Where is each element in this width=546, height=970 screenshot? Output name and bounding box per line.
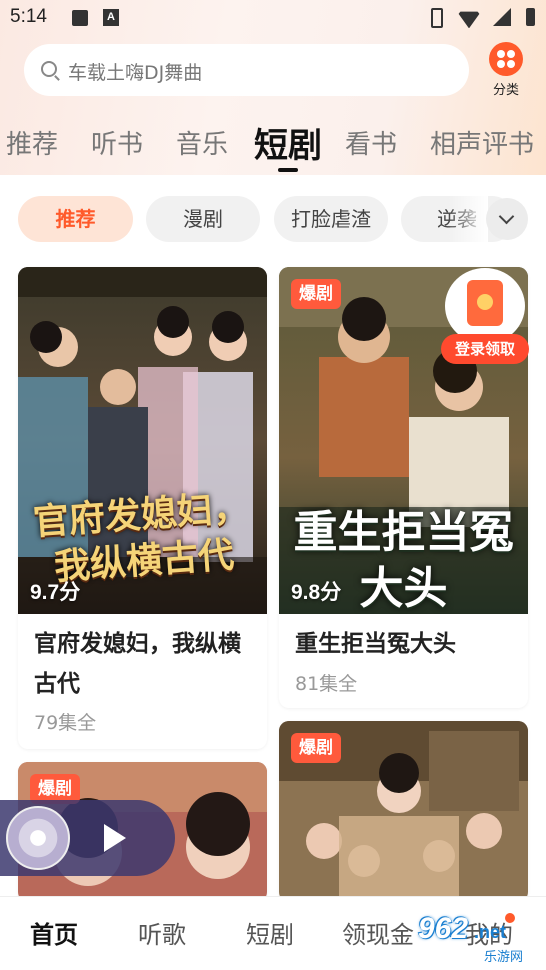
tab-crosstalk[interactable]: 相声评书 [430, 124, 534, 161]
status-bar: 5:14 A [0, 0, 546, 36]
promo-label: 登录领取 [441, 334, 529, 364]
nav-home[interactable]: 首页 [30, 915, 78, 950]
chip-recommend[interactable]: 推荐 [18, 196, 133, 242]
tab-audiobook[interactable]: 听书 [91, 124, 143, 161]
tab-music[interactable]: 音乐 [176, 124, 228, 161]
hot-badge: 爆剧 [291, 733, 341, 763]
album-disc-icon [6, 806, 70, 870]
tab-recommend[interactable]: 推荐 [6, 124, 58, 161]
tab-indicator [278, 168, 298, 172]
vibrate-icon [424, 6, 446, 28]
search-icon [41, 61, 57, 77]
tab-short-drama[interactable]: 短剧 [254, 118, 322, 167]
play-icon[interactable] [104, 824, 126, 852]
login-reward-promo[interactable]: 登录领取 [441, 268, 529, 364]
poster-image: 官府发媳妇，我纵横古代 9.7分 [18, 267, 267, 614]
mini-player[interactable] [0, 800, 175, 876]
nav-short-drama[interactable]: 短剧 [246, 915, 294, 950]
chevron-down-icon[interactable] [486, 198, 528, 240]
chip-comic-drama[interactable]: 漫剧 [146, 196, 260, 242]
rating-score: 9.8分 [291, 581, 342, 604]
watermark-suffix: .net [474, 922, 507, 942]
drama-card[interactable]: 爆剧 [279, 721, 528, 902]
poster-image: 爆剧 [279, 721, 528, 902]
top-tabs: 推荐 听书 音乐 短剧 看书 相声评书 [0, 118, 546, 174]
grid-dots-icon [489, 42, 523, 76]
drama-card[interactable]: 官府发媳妇，我纵横古代 9.7分 官府发媳妇，我纵横古代 79集全 [18, 267, 267, 749]
wifi-icon [456, 6, 482, 28]
ime-icon: A [103, 9, 119, 26]
hot-badge: 爆剧 [291, 279, 341, 309]
card-title: 官府发媳妇，我纵横古代 [34, 631, 241, 697]
card-title: 重生拒当冤大头 [295, 631, 456, 657]
red-envelope-icon [445, 268, 525, 344]
watermark-site: 乐游网 [482, 946, 526, 965]
signal-icon [492, 6, 514, 28]
notification-icon [72, 10, 88, 26]
category-label: 分类 [492, 83, 519, 98]
chip-face-slap[interactable]: 打脸虐渣 [274, 196, 388, 242]
filter-chips: 推荐 漫剧 打脸虐渣 逆袭 [0, 196, 546, 244]
site-watermark: 962 .net 乐游网 [418, 912, 544, 968]
status-time: 5:14 [10, 6, 47, 27]
rating-score: 9.7分 [30, 581, 81, 604]
nav-listen[interactable]: 听歌 [138, 915, 186, 950]
search-input[interactable]: 车载土嗨DJ舞曲 [24, 44, 469, 96]
watermark-brand: 962 [418, 912, 469, 945]
episode-count: 81集全 [295, 673, 358, 695]
chip-fade [448, 196, 488, 242]
nav-cash[interactable]: 领现金 [342, 915, 414, 950]
episode-count: 79集全 [34, 712, 97, 734]
tab-read[interactable]: 看书 [345, 124, 397, 161]
category-button[interactable]: 分类 [485, 42, 527, 102]
search-placeholder: 车载土嗨DJ舞曲 [68, 62, 203, 84]
battery-icon [524, 6, 536, 28]
